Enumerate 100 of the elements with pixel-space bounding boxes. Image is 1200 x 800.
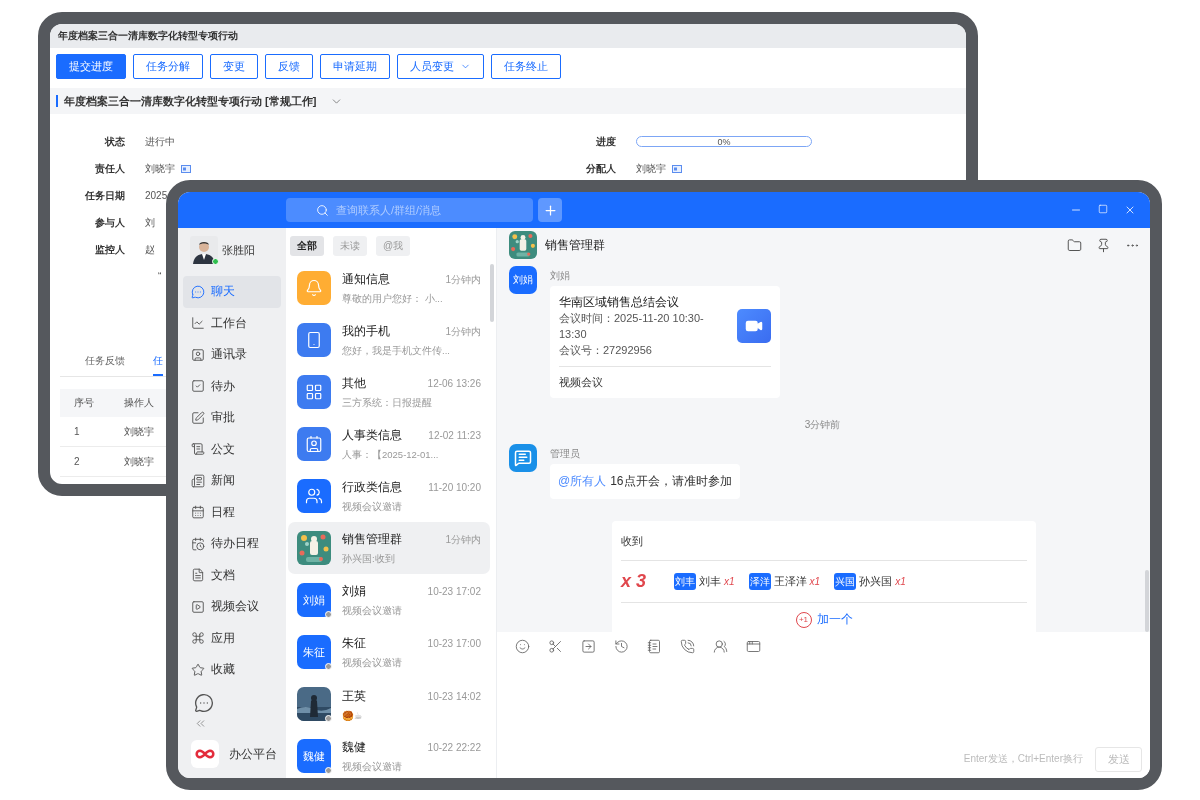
chat-bubble-icon[interactable] [194, 693, 214, 713]
close-icon[interactable] [1124, 204, 1136, 216]
chat-time: 11-20 10:20 [428, 481, 481, 493]
meeting-title: 华南区域销售总结会议 [559, 294, 680, 310]
nav-item[interactable]: 待办 [183, 370, 281, 402]
maximize-icon[interactable] [1098, 204, 1108, 214]
tab[interactable]: 任 [153, 348, 163, 376]
chat-name: 人事类信息 [342, 426, 402, 444]
user-name: 张胜阳 [222, 242, 255, 258]
column-header: 序号 [73, 396, 95, 410]
chat-time: 1分钟内 [445, 272, 481, 287]
filter-chip[interactable]: 全部 [290, 236, 324, 256]
person-name: 刘丰 [699, 574, 722, 589]
profile-card-icon [181, 164, 191, 173]
toolbar-button[interactable]: 任务分解 [133, 54, 203, 79]
contact-icon [191, 347, 205, 362]
nav-item[interactable]: 应用 [183, 622, 281, 654]
nav-item[interactable]: 视频会议 [183, 591, 281, 623]
message-bubble: @所有人 16点开会，请准时参加 [550, 464, 740, 499]
platform-label[interactable]: 办公平台 [229, 745, 277, 763]
chat-name: 我的手机 [342, 322, 390, 340]
toolbar-button[interactable]: 任务终止 [491, 54, 561, 79]
relay-text: 收到 [621, 521, 1027, 561]
field-value: 进行中 [145, 134, 175, 149]
avatar-text: 刘娟 [303, 592, 325, 608]
chat-item[interactable]: 朱征 朱征 10-23 17:00 视频会议邀请 [288, 626, 490, 678]
chat-item[interactable]: 我的手机 1分钟内 您好，我是手机文件传... [288, 314, 490, 366]
chat-item[interactable]: 刘娟 刘娟 10-23 17:02 视频会议邀请 [288, 574, 490, 626]
toolbar-button[interactable]: 变更 [210, 54, 258, 79]
chat-item[interactable]: 行政类信息 11-20 10:20 视频会议邀请 [288, 470, 490, 522]
field-value: 刘晓宇 [636, 161, 666, 176]
people-icon[interactable] [713, 638, 728, 654]
chat-item[interactable]: 魏健 魏健 10-22 22:22 视频会议邀请 [288, 730, 490, 778]
chat-time: 10-23 14:02 [427, 690, 481, 702]
calendar-icon [191, 505, 205, 520]
file-icon [191, 568, 205, 583]
forward-icon[interactable] [581, 638, 596, 654]
chat-name: 销售管理群 [342, 530, 402, 548]
field-label: 参与人 [94, 215, 125, 230]
nav-item[interactable]: 待办日程 [183, 528, 281, 560]
scrollbar[interactable] [490, 264, 494, 322]
search-icon [316, 204, 329, 217]
note-icon[interactable] [647, 638, 662, 654]
meeting-time: 会议时间：2025-11-20 10:30-13:30 [559, 311, 705, 342]
nav-item[interactable]: 公文 [183, 433, 281, 465]
bell-icon [305, 279, 323, 297]
chat-icon [191, 284, 205, 299]
table-cell-text: 刘晓宇 [123, 454, 155, 469]
conversation-title: 销售管理群 [545, 236, 605, 254]
pin-icon[interactable] [1096, 237, 1111, 253]
star-icon [191, 662, 205, 677]
avatar-text: 刘娟 [513, 273, 533, 287]
name-tag: 泽洋 [748, 573, 771, 590]
chat-preview: 孙兴国:收到 [342, 552, 396, 566]
toolbar-button[interactable]: 反馈 [265, 54, 313, 79]
nav-item[interactable]: 审批 [183, 402, 281, 434]
nav-item[interactable]: 工作台 [183, 307, 281, 339]
nav-item[interactable]: 文档 [183, 559, 281, 591]
tab[interactable]: 任务反馈 [85, 348, 125, 376]
field-value: 刘晓宇 [145, 161, 175, 176]
chat-time: 10-22 22:22 [427, 741, 481, 753]
scrollbar[interactable] [1145, 570, 1149, 632]
history-icon[interactable] [614, 638, 629, 654]
chat-item[interactable]: 通知信息 1分钟内 尊敬的用户您好： 小... [288, 262, 490, 314]
chat-item[interactable]: 人事类信息 12-02 11:23 人事：【2025-12-01... [288, 418, 490, 470]
person-count: x1 [809, 576, 821, 587]
chat-name: 其他 [342, 374, 366, 392]
chat-name: 通知信息 [342, 270, 390, 288]
collapse-icon[interactable] [194, 717, 207, 730]
nav-item[interactable]: 通讯录 [183, 339, 281, 371]
add-one-button[interactable]: +1 加一个 [795, 611, 853, 628]
emoji-icon[interactable] [515, 638, 530, 654]
nav-item[interactable]: 新闻 [183, 465, 281, 497]
window-icon[interactable] [746, 638, 761, 654]
phone-icon[interactable] [680, 638, 695, 654]
checkbox-icon [191, 379, 205, 394]
table-cell-text: 1 [73, 426, 81, 437]
meeting-card[interactable]: 华南区域销售总结会议 会议时间：2025-11-20 10:30-13:30 会议号：27292956 视频会议 [550, 286, 780, 398]
toolbar-button[interactable]: 人员变更 [397, 54, 484, 79]
chat-preview: 人事：【2025-12-01... [342, 448, 440, 462]
table-cell-text: 2 [73, 456, 81, 467]
nav-item[interactable]: 收藏 [183, 654, 281, 686]
toolbar-button[interactable]: 申请延期 [320, 54, 390, 79]
chat-name: 朱征 [342, 634, 366, 652]
add-button[interactable] [538, 198, 562, 222]
chat-item[interactable]: 其他 12-06 13:26 三方系统：日报提醒 [288, 366, 490, 418]
folder-icon[interactable] [1067, 237, 1082, 253]
sender-name: 刘娟 [550, 269, 571, 283]
name-tag: 兴国 [834, 573, 857, 590]
scissors-icon[interactable] [548, 638, 563, 654]
chat-item[interactable]: 王英 10-23 14:02 🥮☕ [288, 678, 490, 730]
nav-item[interactable]: 聊天 [183, 276, 281, 308]
toolbar-button[interactable]: 提交进度 [56, 54, 126, 79]
field-label: 状态 [103, 134, 125, 149]
field-label: 责任人 [94, 161, 125, 176]
chat-preview: 视频会议邀请 [342, 760, 403, 774]
field-label: 进度 [595, 134, 616, 149]
nav-item[interactable]: 日程 [183, 496, 281, 528]
chat-preview: 三方系统：日报提醒 [342, 396, 433, 410]
chat-item[interactable]: 销售管理群 1分钟内 孙兴国:收到 [288, 522, 490, 574]
